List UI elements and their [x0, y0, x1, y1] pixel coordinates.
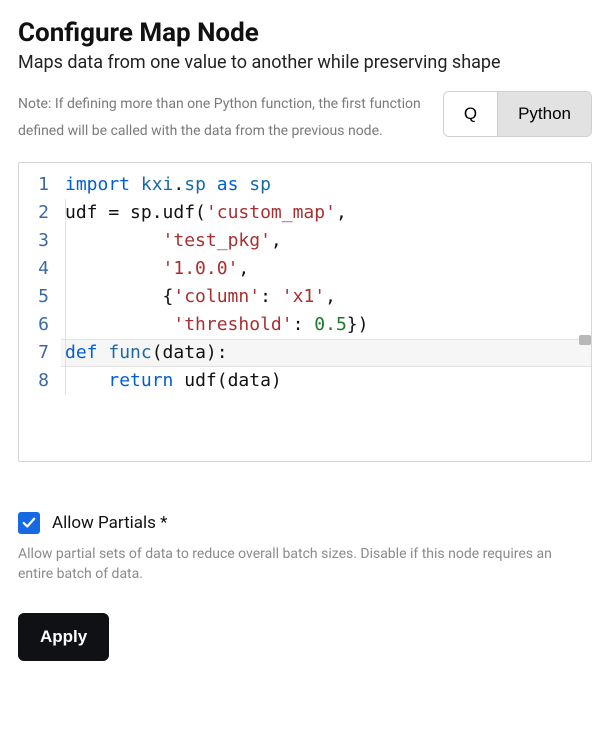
- code-line: udf = sp.udf('custom_map',: [61, 199, 591, 227]
- line-number: 4: [19, 255, 61, 283]
- line-number: 3: [19, 227, 61, 255]
- page-title: Configure Map Node: [18, 18, 592, 48]
- apply-button[interactable]: Apply: [18, 613, 109, 661]
- code-line: '1.0.0',: [61, 255, 591, 283]
- line-gutter: 12345678: [19, 163, 61, 461]
- lang-option-python[interactable]: Python: [497, 92, 591, 136]
- page-subtitle: Maps data from one value to another whil…: [18, 52, 592, 73]
- line-number: 5: [19, 283, 61, 311]
- note-text: Note: If defining more than one Python f…: [18, 91, 427, 144]
- allow-partials-label: Allow Partials *: [52, 513, 168, 533]
- line-number: 8: [19, 367, 61, 395]
- line-number: 6: [19, 311, 61, 339]
- lang-option-q[interactable]: Q: [444, 92, 497, 136]
- language-toggle: QPython: [443, 91, 592, 137]
- line-number: 1: [19, 171, 61, 199]
- code-line: {'column': 'x1',: [61, 283, 591, 311]
- check-icon: [22, 516, 36, 530]
- allow-partials-checkbox[interactable]: [18, 512, 40, 534]
- code-line: return udf(data): [61, 367, 591, 395]
- line-number: 7: [19, 339, 61, 367]
- code-line: def func(data):: [61, 339, 591, 367]
- code-line: import kxi.sp as sp: [61, 171, 591, 199]
- allow-partials-description: Allow partial sets of data to reduce ove…: [18, 544, 578, 585]
- scrollbar-thumb[interactable]: [579, 335, 591, 345]
- code-line: 'test_pkg',: [61, 227, 591, 255]
- code-area[interactable]: import kxi.sp as spudf = sp.udf('custom_…: [61, 163, 591, 461]
- line-number: 2: [19, 199, 61, 227]
- code-editor[interactable]: 12345678 import kxi.sp as spudf = sp.udf…: [18, 162, 592, 462]
- code-line: 'threshold': 0.5}): [61, 311, 591, 339]
